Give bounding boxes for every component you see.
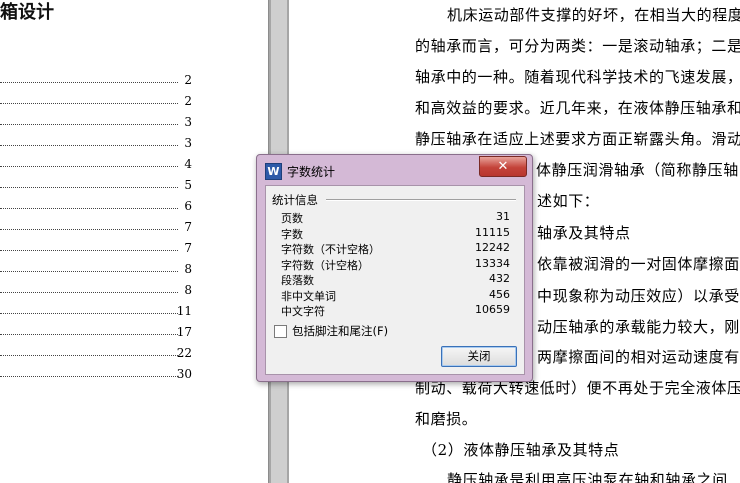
toc-leader-dots xyxy=(0,82,178,83)
toc-leader-dots xyxy=(0,355,178,356)
include-footnotes-checkbox[interactable] xyxy=(274,325,287,338)
toc-page-number: 7 xyxy=(184,220,192,234)
document-text-line[interactable]: 轴承中的一种。随着现代科学技术的飞速发展， xyxy=(415,66,740,87)
toc-leader-dots xyxy=(0,145,178,146)
stat-value: 13334 xyxy=(475,256,510,270)
close-icon[interactable]: ✕ xyxy=(479,156,527,177)
toc-entry[interactable]: 3 xyxy=(0,136,192,152)
document-page-left: 箱设计 2 2 3 3 4 5 6 7 7 8 8 11 17 22 30 xyxy=(0,0,268,483)
toc-leader-dots xyxy=(0,103,178,104)
document-text-line[interactable]: 两摩擦面间的相对运动速度有关 xyxy=(537,346,740,367)
toc-entry[interactable]: 4 xyxy=(0,157,192,173)
document-text-line[interactable]: 体静压润滑轴承（简称静压轴 xyxy=(536,159,739,180)
document-text-line[interactable]: 中现象称为动压效应）以承受外 xyxy=(537,285,740,306)
stat-label: 字数 xyxy=(281,227,303,241)
toc-entry[interactable]: 22 xyxy=(0,346,192,362)
stat-value: 31 xyxy=(496,210,510,223)
toc-entry[interactable]: 7 xyxy=(0,241,192,257)
toc-leader-dots xyxy=(0,187,178,188)
toc-leader-dots xyxy=(0,313,178,314)
toc-entry[interactable]: 7 xyxy=(0,220,192,236)
toc-entry[interactable]: 8 xyxy=(0,262,192,278)
toc-leader-dots xyxy=(0,250,178,251)
toc-page-number: 7 xyxy=(184,241,192,255)
toc-leader-dots xyxy=(0,292,178,293)
toc-entry[interactable]: 2 xyxy=(0,73,192,89)
toc-title: 箱设计 xyxy=(0,2,54,23)
stat-label: 页数 xyxy=(281,212,303,225)
word-count-dialog: W 字数统计 ✕ 统计信息 页数 31 字数 11115 字符数（不计空格） 12242 字… xyxy=(256,154,533,382)
stat-value: 432 xyxy=(489,272,510,285)
toc-entry[interactable]: 30 xyxy=(0,367,192,383)
stat-value: 456 xyxy=(489,287,510,301)
toc-page-number: 8 xyxy=(184,262,192,276)
toc-page-number: 3 xyxy=(184,136,192,150)
toc-entry[interactable]: 11 xyxy=(0,304,192,320)
toc-page-number: 5 xyxy=(184,178,192,192)
stat-row: 中文字符 10659 xyxy=(281,303,510,318)
stat-row: 页数 31 xyxy=(281,210,510,225)
stat-row: 段落数 432 xyxy=(281,272,510,287)
document-text-line[interactable]: 的轴承而言，可分为两类：一是滚动轴承；二是 xyxy=(415,35,740,56)
dialog-titlebar[interactable]: W 字数统计 ✕ xyxy=(257,155,532,183)
document-text-line[interactable]: 轴承及其特点 xyxy=(537,222,631,243)
toc-page-number: 4 xyxy=(184,157,192,171)
toc-entry[interactable]: 17 xyxy=(0,325,192,341)
stat-value: 11115 xyxy=(475,225,510,239)
toc-page-number: 6 xyxy=(184,199,192,213)
toc-leader-dots xyxy=(0,229,178,230)
group-divider xyxy=(326,199,516,201)
stat-label: 非中文单词 xyxy=(281,289,336,303)
stat-row: 字符数（不计空格） 12242 xyxy=(281,241,510,256)
dialog-body: 统计信息 页数 31 字数 11115 字符数（不计空格） 12242 字符数（计空格） 13… xyxy=(265,185,525,375)
stat-value: 10659 xyxy=(475,303,510,316)
toc-page-number: 22 xyxy=(176,346,192,360)
toc-entry[interactable]: 6 xyxy=(0,199,192,215)
toc-leader-dots xyxy=(0,334,178,335)
stat-value: 12242 xyxy=(475,241,510,254)
document-text-line[interactable]: 静压轴承在适应上述要求方面正崭露头角。滑动 xyxy=(415,128,740,149)
toc-entry[interactable]: 3 xyxy=(0,115,192,131)
stat-row: 字符数（计空格） 13334 xyxy=(281,257,510,272)
toc-page-number: 2 xyxy=(184,94,192,108)
document-text-line[interactable]: 依靠被润滑的一对固体摩擦面 xyxy=(537,253,740,274)
toc-leader-dots xyxy=(0,166,178,167)
toc-leader-dots xyxy=(0,208,178,209)
toc-entry[interactable]: 5 xyxy=(0,178,192,194)
document-text-line[interactable]: 机床运动部件支撑的好坏，在相当大的程度 xyxy=(447,4,740,25)
document-text-line[interactable]: （2）液体静压轴承及其特点 xyxy=(422,439,619,460)
include-footnotes-label[interactable]: 包括脚注和尾注(F) xyxy=(292,323,388,339)
stat-label: 字符数（计空格） xyxy=(281,258,369,272)
close-button[interactable]: 关闭 xyxy=(441,346,517,367)
stat-label: 段落数 xyxy=(281,274,314,287)
toc-page-number: 11 xyxy=(176,304,192,318)
stat-label: 字符数（不计空格） xyxy=(281,243,380,256)
toc-page-number: 3 xyxy=(184,115,192,129)
dialog-title: 字数统计 xyxy=(287,165,336,179)
toc-leader-dots xyxy=(0,271,178,272)
toc-page-number: 17 xyxy=(176,325,192,339)
stat-label: 中文字符 xyxy=(281,305,325,318)
document-text-line[interactable]: 动压轴承的承载能力较大，刚 xyxy=(537,316,740,337)
toc-page-number: 2 xyxy=(184,73,192,87)
toc-leader-dots xyxy=(0,124,178,125)
document-text-line[interactable]: 述如下： xyxy=(537,190,599,211)
toc-page-number: 30 xyxy=(176,367,192,381)
document-text-line[interactable]: 和高效益的要求。近几年来，在液体静压轴承和 xyxy=(415,97,740,118)
stat-row: 非中文单词 456 xyxy=(281,288,510,303)
toc-entry[interactable]: 2 xyxy=(0,94,192,110)
document-text-line[interactable]: 静压轴承是利用高压油泵在轴和轴承之间 xyxy=(447,469,728,483)
document-text-line[interactable]: 和磨损。 xyxy=(415,408,477,429)
stat-row: 字数 11115 xyxy=(281,226,510,241)
toc-leader-dots xyxy=(0,376,178,377)
wps-writer-icon: W xyxy=(265,163,282,180)
toc-entry[interactable]: 8 xyxy=(0,283,192,299)
group-label: 统计信息 xyxy=(272,192,318,208)
toc-page-number: 8 xyxy=(184,283,192,297)
